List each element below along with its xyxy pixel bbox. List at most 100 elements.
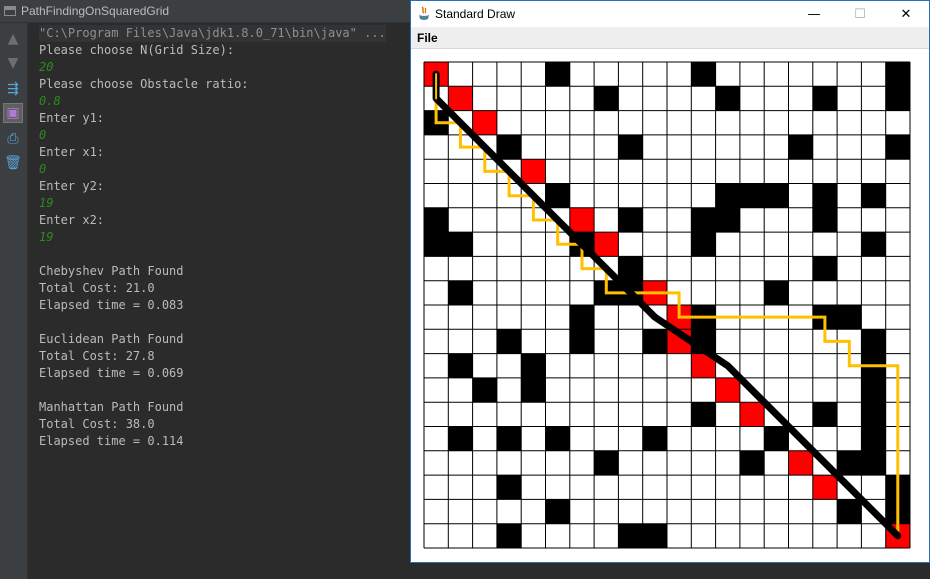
obstacle-cell bbox=[496, 134, 522, 160]
console-line: Chebyshev Path Found bbox=[39, 264, 184, 278]
obstacle-cell bbox=[569, 305, 595, 330]
soft-wrap-icon[interactable]: ⇶ bbox=[3, 79, 23, 99]
scroll-to-end-icon[interactable]: ▣ bbox=[3, 103, 23, 123]
console-line: 19 bbox=[39, 230, 54, 244]
arrow-up-icon[interactable]: ▲ bbox=[3, 29, 23, 49]
obstacle-cell bbox=[448, 353, 473, 378]
obstacle-cell bbox=[861, 377, 886, 403]
console-line: Elapsed time = 0.069 bbox=[39, 366, 184, 380]
obstacle-cell bbox=[618, 207, 643, 233]
maximize-button[interactable]: ☐ bbox=[837, 1, 883, 27]
console-line: "C:\Program Files\Java\jdk1.8.0_71\bin\j… bbox=[39, 25, 386, 42]
obstacle-cell bbox=[861, 426, 886, 451]
path-cell-red bbox=[594, 232, 619, 257]
obstacle-cell bbox=[545, 426, 570, 451]
console-output[interactable]: "C:\Program Files\Java\jdk1.8.0_71\bin\j… bbox=[28, 23, 410, 579]
obstacle-cell bbox=[545, 183, 570, 208]
obstacle-cell bbox=[618, 134, 643, 160]
obstacle-cell bbox=[521, 377, 546, 403]
obstacle-cell bbox=[496, 523, 522, 548]
console-line: Total Cost: 21.0 bbox=[39, 281, 155, 295]
path-cell-red bbox=[812, 475, 838, 500]
console-line: Euclidean Path Found bbox=[39, 332, 184, 346]
obstacle-cell bbox=[837, 450, 862, 476]
obstacle-cell bbox=[594, 86, 619, 111]
obstacle-cell bbox=[812, 207, 838, 233]
console-line: Elapsed time = 0.114 bbox=[39, 434, 184, 448]
console-line: Total Cost: 38.0 bbox=[39, 417, 155, 431]
obstacle-cell bbox=[812, 86, 838, 111]
obstacle-cell bbox=[885, 86, 910, 111]
obstacle-cell bbox=[837, 499, 862, 524]
path-cell-red bbox=[569, 207, 595, 233]
obstacle-cell bbox=[764, 426, 789, 451]
obstacle-cell bbox=[715, 183, 740, 208]
obstacle-cell bbox=[691, 402, 716, 427]
obstacle-cell bbox=[691, 207, 716, 233]
minimize-button[interactable]: — bbox=[791, 1, 837, 27]
console-line: Manhattan Path Found bbox=[39, 400, 184, 414]
arrow-down-icon[interactable]: ▼ bbox=[3, 53, 23, 73]
path-cell-red bbox=[521, 159, 546, 184]
run-config-icon bbox=[4, 6, 16, 16]
console-line: Elapsed time = 0.083 bbox=[39, 298, 184, 312]
obstacle-cell bbox=[545, 62, 570, 87]
path-cell-red bbox=[448, 86, 473, 111]
obstacle-cell bbox=[764, 183, 789, 208]
console-line: Total Cost: 27.8 bbox=[39, 349, 155, 363]
run-tab-label: PathFindingOnSquaredGrid bbox=[21, 4, 170, 18]
path-cell-red bbox=[472, 110, 497, 135]
obstacle-cell bbox=[764, 280, 789, 305]
obstacle-cell bbox=[691, 62, 716, 87]
obstacle-cell bbox=[642, 523, 667, 548]
obstacle-cell bbox=[448, 426, 473, 451]
obstacle-cell bbox=[861, 232, 886, 257]
obstacle-cell bbox=[885, 62, 910, 87]
obstacle-cell bbox=[739, 183, 765, 208]
window-titlebar[interactable]: Standard Draw — ☐ ✕ bbox=[411, 1, 929, 27]
menu-bar: File bbox=[411, 27, 929, 49]
obstacle-cell bbox=[569, 329, 595, 354]
obstacle-cell bbox=[521, 353, 546, 378]
obstacle-cell bbox=[885, 134, 910, 160]
obstacle-cell bbox=[618, 256, 643, 281]
obstacle-cell bbox=[691, 232, 716, 257]
obstacle-cell bbox=[715, 207, 740, 233]
console-line: Please choose N(Grid Size): bbox=[39, 43, 235, 57]
run-tab[interactable]: PathFindingOnSquaredGrid bbox=[0, 0, 410, 23]
print-icon[interactable]: ⎙ bbox=[3, 129, 23, 149]
obstacle-cell bbox=[594, 450, 619, 476]
path-cell-red bbox=[788, 450, 813, 476]
path-cell-red bbox=[739, 402, 765, 427]
obstacle-cell bbox=[861, 183, 886, 208]
java-icon bbox=[419, 6, 429, 20]
obstacle-cell bbox=[812, 402, 838, 427]
obstacle-cell bbox=[496, 475, 522, 500]
console-line: Enter y1: bbox=[39, 111, 105, 125]
trash-icon[interactable]: 🗑 bbox=[3, 153, 23, 173]
obstacle-cell bbox=[715, 86, 740, 111]
obstacle-cell bbox=[837, 305, 862, 330]
obstacle-cell bbox=[642, 329, 667, 354]
run-side-toolbar: ▲ ▼ ⇶ ▣ ⎙ 🗑 bbox=[0, 23, 28, 579]
close-button[interactable]: ✕ bbox=[883, 1, 929, 27]
obstacle-cell bbox=[861, 450, 886, 476]
obstacle-cell bbox=[496, 329, 522, 354]
standard-draw-window: Standard Draw — ☐ ✕ File bbox=[410, 0, 930, 563]
console-line: Please choose Obstacle ratio: bbox=[39, 77, 249, 91]
obstacle-cell bbox=[642, 426, 667, 451]
obstacle-cell bbox=[496, 426, 522, 451]
console-line: Enter x1: bbox=[39, 145, 105, 159]
menu-file[interactable]: File bbox=[417, 31, 438, 45]
obstacle-cell bbox=[448, 280, 473, 305]
obstacle-cell bbox=[424, 232, 449, 257]
console-line: 0 bbox=[39, 128, 47, 142]
console-line: 20 bbox=[39, 60, 54, 74]
draw-canvas bbox=[423, 61, 911, 549]
console-line: 0.8 bbox=[39, 94, 61, 108]
obstacle-cell bbox=[861, 402, 886, 427]
console-line: 0 bbox=[39, 162, 47, 176]
obstacle-cell bbox=[472, 377, 497, 403]
obstacle-cell bbox=[424, 207, 449, 233]
obstacle-cell bbox=[545, 499, 570, 524]
